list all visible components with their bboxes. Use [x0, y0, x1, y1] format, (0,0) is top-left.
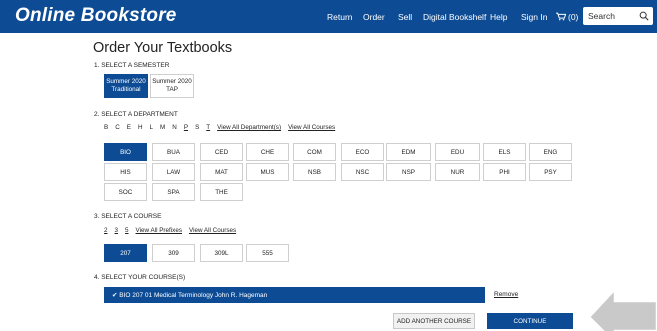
selected-course-row[interactable]: ✔ BIO 207 01 Medical Terminology John R.…: [104, 287, 485, 303]
nav-item-help[interactable]: Help: [490, 0, 524, 33]
department-eco[interactable]: ECO: [341, 143, 384, 161]
department-psy[interactable]: PSY: [529, 163, 572, 181]
department-letter-filter: B C E H L M N P S T View All Department(…: [104, 124, 342, 131]
letter-filter-m[interactable]: M: [160, 124, 165, 131]
course-step-label: 3. SELECT A COURSE: [94, 213, 162, 220]
cart[interactable]: (0): [556, 12, 578, 22]
department-com[interactable]: COM: [293, 143, 336, 161]
department-soc[interactable]: SOC: [104, 183, 147, 201]
semester-option-line2: Traditional: [111, 86, 141, 93]
site-logo[interactable]: Online Bookstore: [15, 5, 177, 27]
department-eng[interactable]: ENG: [529, 143, 572, 161]
letter-filter-t[interactable]: T: [206, 124, 210, 131]
nav-return-label[interactable]: Return: [327, 12, 353, 22]
prefix-filter-2[interactable]: 2: [104, 227, 108, 234]
department-his[interactable]: HIS: [104, 163, 147, 181]
nav-item-order[interactable]: Order: [363, 0, 402, 33]
department-els[interactable]: ELS: [483, 143, 526, 161]
view-all-courses-link[interactable]: View All Courses: [288, 124, 335, 131]
letter-filter-h[interactable]: H: [138, 124, 143, 131]
department-edu[interactable]: EDU: [435, 143, 480, 161]
department-law[interactable]: LAW: [152, 163, 195, 181]
continue-button[interactable]: CONTINUE: [487, 313, 573, 329]
nav-digital-bookshelf-label[interactable]: Digital Bookshelf: [423, 12, 486, 22]
letter-filter-b[interactable]: B: [104, 124, 108, 131]
add-another-course-button[interactable]: ADD ANOTHER COURSE: [393, 313, 475, 329]
semester-step-label: 1. SELECT A SEMESTER: [94, 62, 170, 69]
letter-filter-n[interactable]: N: [172, 124, 177, 131]
department-step-label: 2. SELECT A DEPARTMENT: [94, 111, 178, 118]
course-309[interactable]: 309: [152, 244, 195, 262]
pointer-arrow-icon: [587, 285, 657, 331]
department-nsb[interactable]: NSB: [293, 163, 336, 181]
semester-option-line1: Summer 2020: [152, 78, 192, 86]
view-all-prefixes-link[interactable]: View All Prefixes: [136, 227, 182, 234]
course-309l[interactable]: 309L: [200, 244, 243, 262]
prefix-filter-3[interactable]: 3: [115, 227, 119, 234]
department-mat[interactable]: MAT: [200, 163, 243, 181]
semester-option-line2: TAP: [166, 86, 178, 93]
semester-option-summer-2020-traditional[interactable]: Summer 2020 Traditional: [104, 74, 148, 98]
nav-sell-label[interactable]: Sell: [398, 12, 412, 22]
prefix-filter-5[interactable]: 5: [125, 227, 129, 234]
cart-count: (0): [568, 11, 579, 22]
search-icon[interactable]: [639, 11, 649, 21]
department-mus[interactable]: MUS: [246, 163, 289, 181]
department-bio[interactable]: BIO: [104, 143, 147, 161]
course-555[interactable]: 555: [246, 244, 289, 262]
your-courses-step-label: 4. SELECT YOUR COURSE(S): [94, 274, 186, 281]
top-navigation-bar: Online Bookstore Return Order Sell Digit…: [0, 0, 657, 33]
semester-option-summer-2020-tap[interactable]: Summer 2020 TAP: [150, 74, 194, 98]
letter-filter-l[interactable]: L: [150, 124, 154, 131]
cart-icon: [556, 12, 566, 21]
course-207[interactable]: 207: [104, 244, 147, 262]
nav-order-label[interactable]: Order: [363, 12, 385, 22]
department-ced[interactable]: CED: [200, 143, 243, 161]
letter-filter-s[interactable]: S: [195, 124, 199, 131]
letter-filter-p[interactable]: P: [184, 124, 188, 131]
department-spa[interactable]: SPA: [152, 183, 195, 201]
remove-course-link[interactable]: Remove: [494, 291, 518, 298]
view-all-courses-link-2[interactable]: View All Courses: [189, 227, 236, 234]
course-prefix-filter: 2 3 5 View All Prefixes View All Courses: [104, 227, 243, 234]
search-box[interactable]: [583, 7, 653, 25]
department-che[interactable]: CHE: [246, 143, 289, 161]
letter-filter-c[interactable]: C: [115, 124, 120, 131]
department-bua[interactable]: BUA: [152, 143, 195, 161]
nav-help-label[interactable]: Help: [490, 12, 507, 22]
semester-option-line1: Summer 2020: [106, 78, 146, 86]
nav-sign-in-label[interactable]: Sign In: [521, 12, 547, 22]
department-phi[interactable]: PHI: [483, 163, 526, 181]
department-nsc[interactable]: NSC: [341, 163, 384, 181]
department-the[interactable]: THE: [200, 183, 243, 201]
view-all-departments-link[interactable]: View All Department(s): [217, 124, 281, 131]
department-edm[interactable]: EDM: [386, 143, 431, 161]
search-input[interactable]: [588, 11, 636, 21]
department-nur[interactable]: NUR: [435, 163, 480, 181]
page-title: Order Your Textbooks: [93, 40, 233, 56]
department-nsp[interactable]: NSP: [386, 163, 431, 181]
letter-filter-e[interactable]: E: [127, 124, 131, 131]
